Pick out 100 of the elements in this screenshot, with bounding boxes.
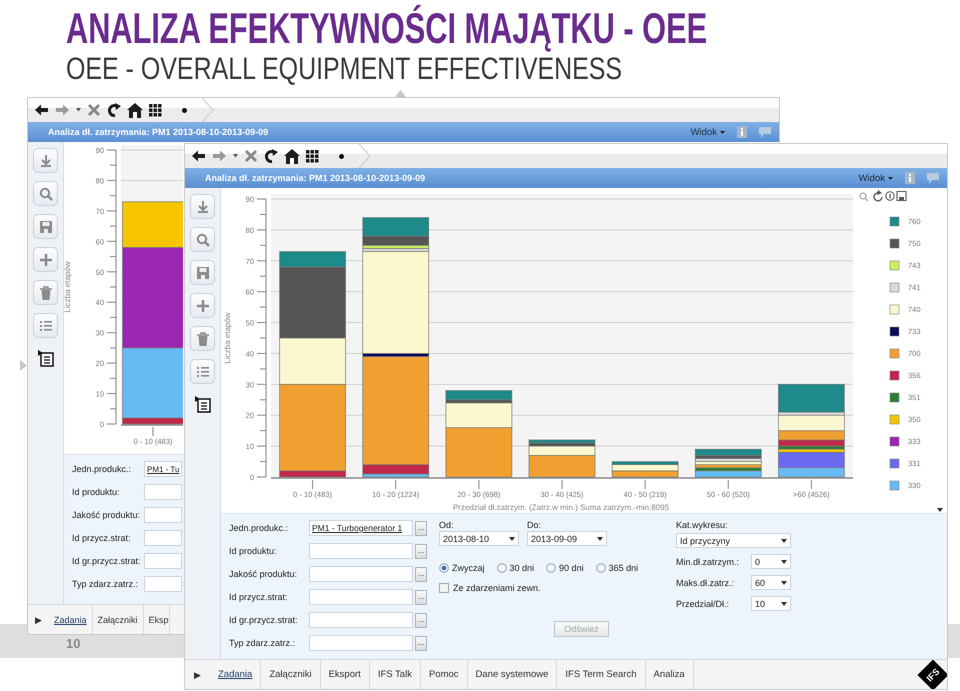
option-label: Min.dł.zatrzym.: (676, 556, 740, 566)
list-button[interactable] (33, 313, 58, 338)
browse-button[interactable]: ... (415, 636, 427, 650)
field-label: Id przycz.strat: (72, 533, 132, 543)
window-title: Analiza dł. zatrzymania: PM1 2013-08-10-2013-09-09 (205, 173, 426, 183)
checkbox[interactable] (439, 583, 449, 593)
radio-button[interactable] (546, 563, 556, 573)
plus-button[interactable] (33, 247, 58, 272)
caret-icon (720, 130, 725, 134)
back-icon[interactable] (34, 103, 49, 117)
tab[interactable]: Załączniki (92, 605, 144, 634)
input-field[interactable] (144, 576, 182, 592)
refresh-icon[interactable] (873, 190, 883, 202)
radio-button[interactable] (439, 563, 449, 573)
input-field[interactable] (309, 566, 413, 582)
radio-button[interactable] (596, 563, 606, 573)
refresh-icon[interactable] (107, 103, 121, 117)
zoom-icon[interactable] (860, 192, 868, 202)
tab[interactable]: Analiza (646, 660, 694, 689)
browse-button[interactable]: ... (415, 520, 427, 536)
field-label: Id produktu: (229, 546, 278, 556)
grid-icon[interactable] (149, 104, 162, 116)
tab[interactable]: Pomoc (420, 660, 468, 689)
home-icon[interactable] (284, 148, 300, 164)
grid-icon[interactable] (306, 150, 319, 162)
caret-icon[interactable] (233, 154, 238, 158)
forward-icon[interactable] (55, 103, 70, 117)
download-button[interactable] (33, 148, 58, 173)
close-icon[interactable] (87, 103, 101, 117)
plus-icon (196, 298, 210, 312)
info-icon[interactable] (885, 191, 895, 201)
note-icon[interactable] (759, 126, 771, 138)
browse-button[interactable]: ... (415, 566, 427, 582)
radio-label: 90 dni (559, 563, 584, 573)
input-field[interactable]: PM1 - Turbogenerator 1 (309, 520, 413, 536)
option-dropdown[interactable]: 10 (751, 596, 791, 611)
plus-button[interactable] (190, 293, 215, 318)
tab[interactable]: IFS Talk (370, 660, 421, 689)
search-button[interactable] (190, 227, 215, 252)
field-label: Jakość produktu: (229, 569, 298, 579)
tab-scroll-button[interactable]: ▶ (185, 660, 210, 689)
tab[interactable]: Eksp (144, 605, 170, 634)
view-menu[interactable]: Widok (690, 126, 725, 138)
tab[interactable]: Zadania (210, 660, 262, 689)
input-field[interactable] (144, 553, 182, 569)
download-icon (196, 200, 210, 214)
save-button[interactable] (33, 214, 58, 239)
close-icon[interactable] (244, 149, 258, 163)
browse-button[interactable]: ... (415, 590, 427, 604)
input-field[interactable] (309, 635, 413, 651)
note-icon[interactable] (927, 172, 939, 184)
input-field[interactable] (309, 612, 413, 628)
save-icon[interactable] (896, 191, 906, 201)
input-field[interactable]: PM1 - Tu (144, 461, 182, 477)
input-field[interactable] (309, 543, 413, 559)
view-menu[interactable]: Widok (858, 172, 893, 184)
forward-icon[interactable] (212, 149, 227, 163)
slide-title: ANALIZA EFEKTYWNOŚCI MAJĄTKU - OEE (66, 6, 708, 52)
date-dropdown[interactable]: 2013-08-10 (439, 531, 519, 546)
tab[interactable]: IFS Term Search (557, 660, 646, 689)
input-field[interactable] (309, 589, 413, 605)
document-list-icon (38, 350, 54, 367)
download-icon (38, 154, 52, 168)
field-label: Jedn.produkc.: (72, 464, 132, 474)
trash-button[interactable] (33, 280, 58, 305)
input-field[interactable] (144, 507, 182, 523)
tab[interactable]: Eksport (320, 660, 370, 689)
option-dropdown[interactable]: Id przyczyny (676, 533, 791, 548)
input-field[interactable] (144, 484, 182, 500)
option-dropdown[interactable]: 60 (751, 575, 791, 590)
dot-icon[interactable] (339, 154, 344, 158)
trash-icon (196, 332, 210, 346)
search-button[interactable] (33, 181, 58, 206)
browse-button[interactable]: ... (415, 544, 427, 558)
save-button[interactable] (190, 260, 215, 285)
browse-button[interactable]: ... (415, 612, 427, 628)
tab[interactable]: Dane systemowe (468, 660, 558, 689)
home-icon[interactable] (127, 102, 143, 118)
tab-scroll-button[interactable]: ▶ (28, 605, 49, 634)
window-title: Analiza dł. zatrzymania: PM1 2013-08-10-2013-09-09 (48, 127, 270, 137)
radio-button[interactable] (496, 563, 507, 573)
trash-button[interactable] (190, 326, 215, 351)
tab[interactable]: Zadania (49, 605, 93, 634)
tab[interactable]: Załączniki (261, 660, 321, 689)
logo: IFS (917, 658, 947, 689)
arrow-icon[interactable] (395, 90, 406, 97)
input-field[interactable] (144, 530, 182, 546)
field-label: Typ zdarz.zatrz.: (229, 638, 296, 648)
refresh-icon[interactable] (264, 149, 278, 163)
dot-icon[interactable] (182, 108, 187, 112)
option-label: Przedział/Dł.: (676, 598, 730, 608)
list-button[interactable] (190, 359, 215, 384)
date-dropdown[interactable]: 2013-09-09 (527, 531, 607, 546)
back-icon[interactable] (191, 149, 206, 163)
plus-icon (38, 252, 52, 266)
caret-icon[interactable] (76, 108, 81, 112)
option-dropdown[interactable]: 0 (751, 554, 791, 569)
arrow-icon[interactable] (20, 360, 27, 371)
download-button[interactable] (190, 194, 215, 219)
trash-icon (38, 286, 52, 300)
